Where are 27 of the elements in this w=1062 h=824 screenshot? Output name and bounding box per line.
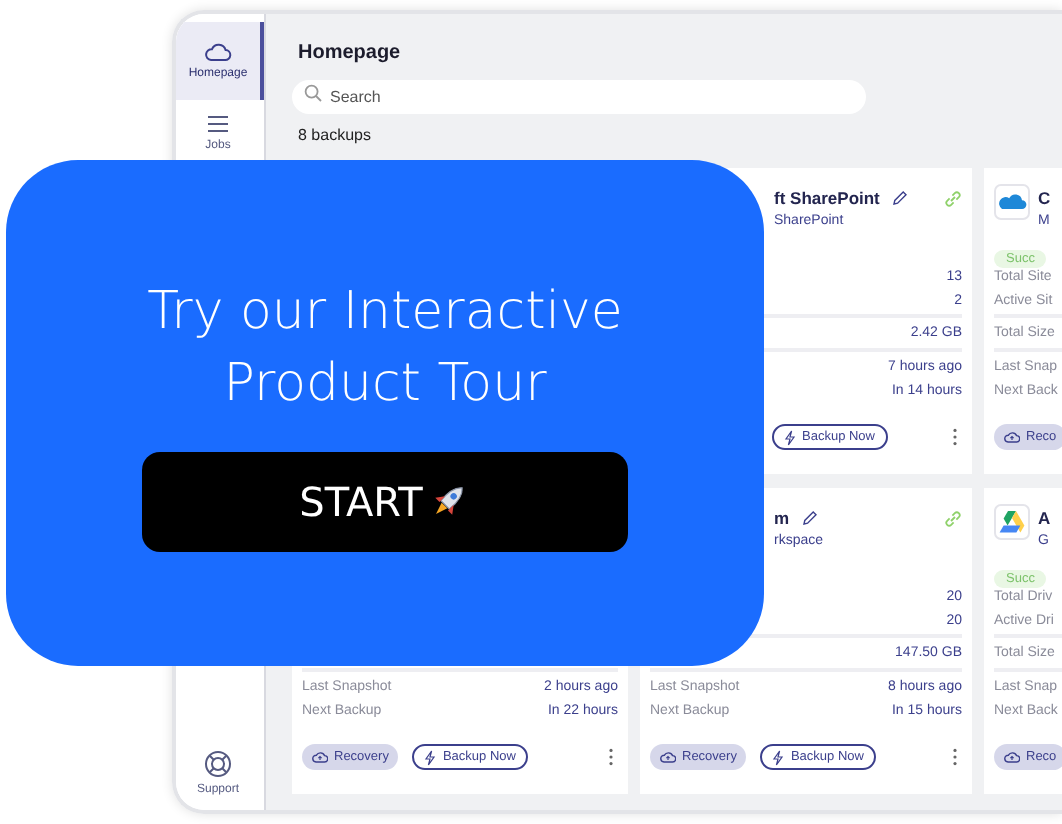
- card-title: A: [1038, 507, 1051, 527]
- pencil-icon[interactable]: [801, 509, 818, 525]
- lightning-icon: [784, 429, 796, 445]
- more-options-icon[interactable]: [608, 748, 614, 766]
- lightning-icon: [772, 749, 785, 765]
- card-title: ft SharePoint: [774, 187, 880, 207]
- cloud-icon: [204, 42, 232, 62]
- tour-heading: Try our Interactive Product Tour: [145, 280, 625, 418]
- cloud-upload-icon: [660, 750, 676, 764]
- cloud-upload-icon: [1004, 750, 1020, 764]
- more-options-icon[interactable]: [952, 748, 958, 766]
- more-options-icon[interactable]: [952, 428, 958, 446]
- lightning-icon: [424, 749, 437, 765]
- search-field[interactable]: Search: [292, 80, 866, 114]
- page-title: Homepage: [298, 42, 403, 64]
- menu-icon: [206, 114, 230, 134]
- lifebuoy-icon: [204, 750, 232, 778]
- cloud-logo-icon: [994, 184, 1030, 220]
- cloud-upload-icon: [1004, 430, 1020, 444]
- cloud-upload-icon: [312, 750, 328, 764]
- pencil-icon[interactable]: [891, 189, 908, 205]
- triangle-logo-icon: [994, 504, 1030, 540]
- start-button[interactable]: START: [142, 452, 628, 552]
- card-title: m: [774, 507, 790, 527]
- card-title: C: [1038, 187, 1051, 207]
- search-icon: [304, 84, 322, 102]
- backup-count: 8 backups: [298, 126, 373, 144]
